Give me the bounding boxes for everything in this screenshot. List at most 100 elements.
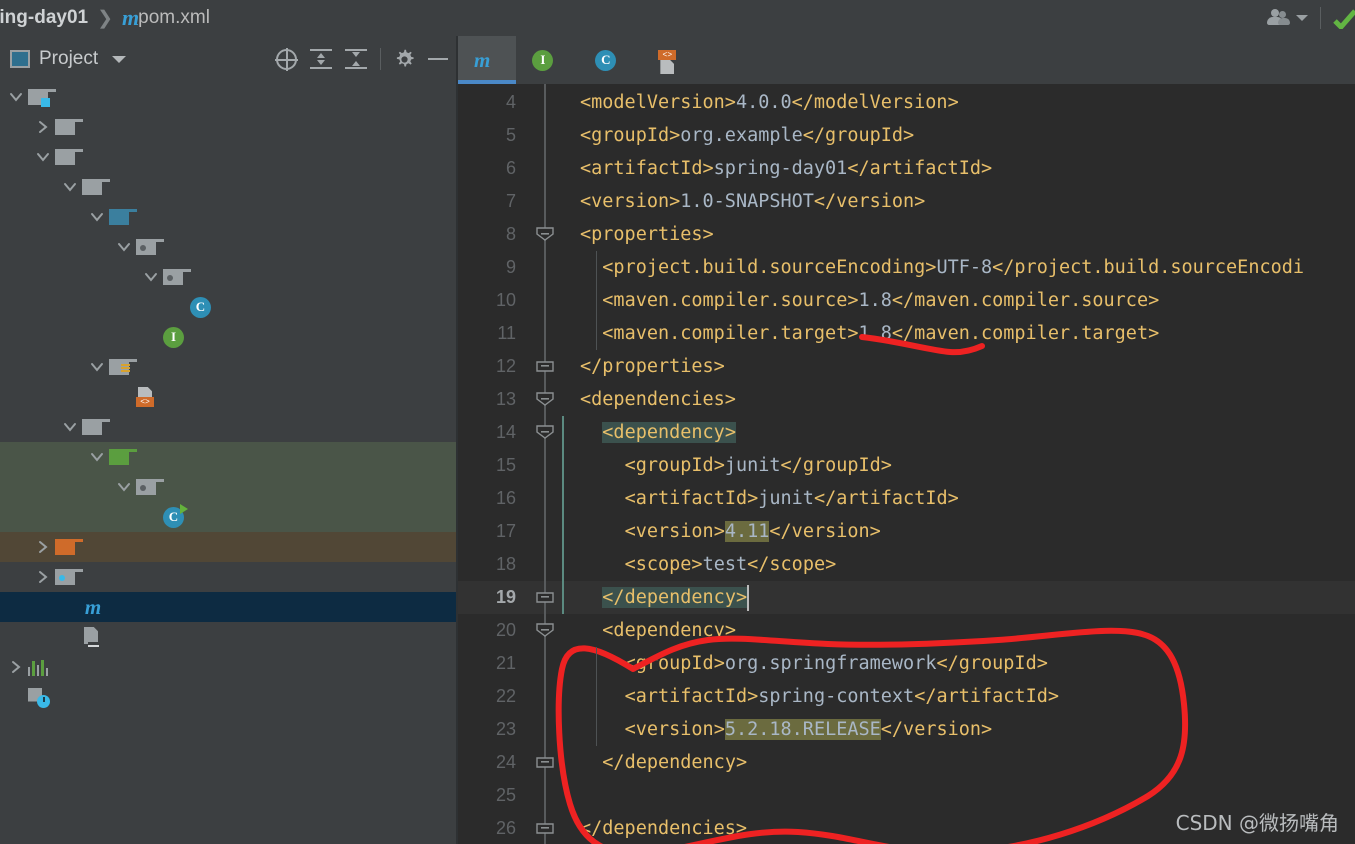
- line-number: 25: [495, 785, 516, 805]
- code-line: </dependency>: [602, 587, 748, 608]
- tree-item-test[interactable]: [0, 412, 458, 442]
- breadcrumb-bar: ring-day01 ❯ m pom.xml: [0, 0, 1355, 36]
- tree-item-impl[interactable]: [0, 262, 458, 292]
- line-number: 8: [505, 224, 516, 244]
- tree-item-main[interactable]: [0, 172, 458, 202]
- hide-panel-icon[interactable]: [428, 58, 448, 60]
- indent-guide: [596, 251, 598, 350]
- project-panel-header: Project: [0, 36, 458, 82]
- idea-window: ring-day01 ❯ m pom.xml Project C I <> C …: [0, 0, 1355, 844]
- line-number: 9: [505, 257, 516, 277]
- tree-item-someservice[interactable]: I: [0, 322, 458, 352]
- tree-item-pom-xml[interactable]: m: [0, 592, 458, 622]
- scratches-icon: [28, 687, 50, 708]
- breadcrumb-file[interactable]: pom.xml: [138, 7, 210, 29]
- editor-tab-someserviceimpl-java[interactable]: C: [579, 36, 642, 84]
- editor-tab-resources-[interactable]: <>: [642, 36, 677, 84]
- chevron-right-icon[interactable]: [35, 569, 51, 585]
- expand-all-icon[interactable]: [310, 49, 332, 69]
- editor-tab-someservice-java[interactable]: I: [516, 36, 579, 84]
- chevron-right-icon[interactable]: [8, 659, 24, 675]
- code-line: <artifactId>junit</artifactId>: [624, 488, 959, 509]
- tree-item-resources[interactable]: [0, 352, 458, 382]
- folder-icon: [82, 419, 110, 435]
- tree-item-src[interactable]: [0, 142, 458, 172]
- collapse-all-icon[interactable]: [345, 49, 367, 69]
- chevron-down-icon[interactable]: [62, 179, 78, 195]
- package-icon: [136, 239, 164, 255]
- chevron-down-icon[interactable]: [35, 149, 51, 165]
- tree-item-scratches-and-consoles[interactable]: [0, 682, 458, 712]
- tree-item-java[interactable]: [0, 442, 458, 472]
- project-panel-toolbar: [263, 47, 458, 71]
- tree-item-org-example[interactable]: [0, 232, 458, 262]
- fold-collapse-icon[interactable]: [536, 623, 554, 637]
- chevron-right-icon[interactable]: [35, 539, 51, 555]
- chevron-down-icon[interactable]: [112, 55, 127, 63]
- java-class-icon: C: [595, 49, 617, 71]
- chevron-down-icon[interactable]: [89, 359, 105, 375]
- fold-collapse-icon[interactable]: [536, 227, 554, 241]
- tree-item-java[interactable]: [0, 202, 458, 232]
- package-icon: [136, 479, 164, 495]
- maven-m-icon: m: [122, 5, 140, 30]
- tree-item-beans-xml[interactable]: <>: [0, 382, 458, 412]
- tree-item-lib[interactable]: [0, 112, 458, 142]
- fold-collapse-icon[interactable]: [536, 425, 554, 439]
- green-check-icon[interactable]: [1333, 7, 1355, 29]
- editor-area: m I C <> 4 5 6 7 8 9 10 11 12 13 14 15 16 17 18 19 20 21 22 23…: [458, 36, 1355, 844]
- folder-test-source-icon: [109, 449, 137, 465]
- fold-rail: [544, 84, 546, 844]
- tree-item-spring-day01[interactable]: [0, 82, 458, 112]
- code-line: <version>5.2.18.RELEASE</version>: [624, 719, 993, 740]
- chevron-down-icon[interactable]: [8, 89, 24, 105]
- package-icon: [163, 269, 191, 285]
- code-line: </dependency>: [602, 752, 748, 773]
- iml-file-icon: [82, 627, 102, 647]
- tree-item-web[interactable]: [0, 562, 458, 592]
- chevron-down-icon[interactable]: [89, 209, 105, 225]
- project-window-icon: [10, 50, 30, 68]
- folder-icon: [55, 149, 83, 165]
- caret-line-highlight: [458, 581, 1355, 614]
- code-editor[interactable]: 4 5 6 7 8 9 10 11 12 13 14 15 16 17 18 19 20 21 22 23 24 25 26…: [458, 84, 1355, 844]
- breadcrumb-project[interactable]: ring-day01: [0, 7, 88, 29]
- fold-expand-icon[interactable]: [536, 821, 554, 835]
- line-number-gutter: 4 5 6 7 8 9 10 11 12 13 14 15 16 17 18 19 20 21 22 23 24 25 26: [458, 84, 528, 844]
- line-number: 10: [495, 290, 516, 310]
- tree-item-org-example[interactable]: [0, 472, 458, 502]
- project-panel-title: Project: [39, 48, 99, 69]
- chevron-down-icon[interactable]: [116, 239, 132, 255]
- chevron-down-icon[interactable]: [62, 419, 78, 435]
- line-number: 5: [505, 125, 516, 145]
- tree-item-someserviceimpl[interactable]: C: [0, 292, 458, 322]
- line-number: 14: [495, 422, 516, 442]
- project-tree[interactable]: C I <> Cm: [0, 82, 458, 712]
- editor-tab-bar: m I C <>: [458, 36, 1355, 84]
- chevron-down-icon[interactable]: [116, 479, 132, 495]
- fold-expand-icon[interactable]: [536, 359, 554, 373]
- editor-tab-pom-xml-spring-day01-[interactable]: m: [458, 36, 517, 84]
- fold-expand-icon[interactable]: [536, 590, 554, 604]
- chevron-down-icon[interactable]: [89, 449, 105, 465]
- active-block-indent-guide: [562, 416, 564, 614]
- settings-gear-icon[interactable]: [394, 49, 415, 70]
- tree-item-external-libraries[interactable]: [0, 652, 458, 682]
- code-line: <artifactId>spring-context</artifactId>: [624, 686, 1059, 707]
- chevron-down-icon[interactable]: [1296, 15, 1308, 21]
- line-number: 26: [495, 818, 516, 838]
- fold-expand-icon[interactable]: [536, 755, 554, 769]
- chevron-right-icon[interactable]: [35, 119, 51, 135]
- code-line: <dependency>: [602, 422, 736, 443]
- code-line: </dependencies>: [580, 818, 748, 839]
- account-people-icon[interactable]: [1266, 9, 1290, 27]
- chevron-down-icon[interactable]: [143, 269, 159, 285]
- code-line: <groupId>org.example</groupId>: [580, 125, 915, 146]
- fold-collapse-icon[interactable]: [536, 392, 554, 406]
- line-number: 12: [495, 356, 516, 376]
- tree-item-spring-day01-iml[interactable]: [0, 622, 458, 652]
- code-line: <project.build.sourceEncoding>UTF-8</pro…: [602, 257, 1305, 278]
- tree-item-target[interactable]: [0, 532, 458, 562]
- locate-in-tree-icon[interactable]: [275, 47, 298, 71]
- tree-item-mytest[interactable]: C: [0, 502, 458, 532]
